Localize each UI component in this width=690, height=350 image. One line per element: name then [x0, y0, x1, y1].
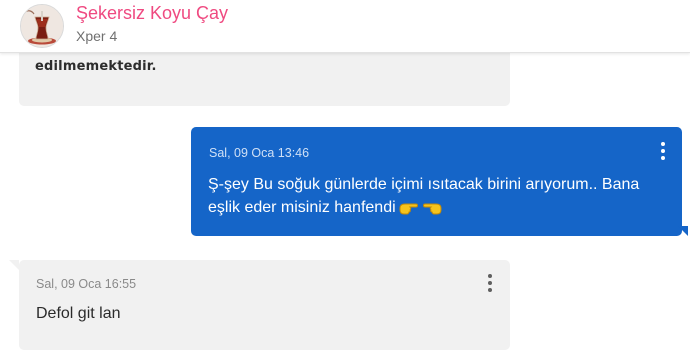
bubble-tail [678, 226, 688, 236]
message-options-button[interactable] [483, 272, 497, 294]
vertical-dots-icon-dot [661, 156, 665, 160]
contact-level: Xper 4 [76, 28, 118, 44]
message-content: Ş-şey Bu soğuk günlerde içimi ısıtacak b… [208, 173, 663, 222]
vertical-dots-icon [661, 142, 665, 146]
message-bubble-received: Sal, 09 Oca 16:55 Defol git lan [19, 260, 510, 350]
message-timestamp: Sal, 09 Oca 16:55 [36, 277, 137, 291]
message-text: Defol git lan [36, 305, 121, 322]
contact-avatar[interactable] [20, 4, 64, 48]
vertical-dots-icon-dot [661, 149, 665, 153]
backhand-index-pointing-left-icon [422, 199, 442, 222]
bubble-tail [9, 260, 19, 270]
message-timestamp: Sal, 09 Oca 13:46 [209, 146, 310, 160]
message-options-button[interactable] [656, 140, 670, 162]
vertical-dots-icon-dot [488, 281, 492, 285]
vertical-dots-icon [488, 274, 492, 278]
backhand-index-pointing-right-icon [399, 199, 419, 222]
message-text: edilmemektedir. [35, 59, 157, 74]
vertical-dots-icon-dot [488, 288, 492, 292]
tea-glass-avatar [21, 5, 63, 47]
contact-name[interactable]: Şekersiz Koyu Çay [76, 3, 228, 24]
message-bubble-sent: Sal, 09 Oca 13:46 Ş-şey Bu soğuk günlerd… [191, 127, 682, 236]
conversation-header: Şekersiz Koyu Çay Xper 4 [0, 0, 690, 53]
